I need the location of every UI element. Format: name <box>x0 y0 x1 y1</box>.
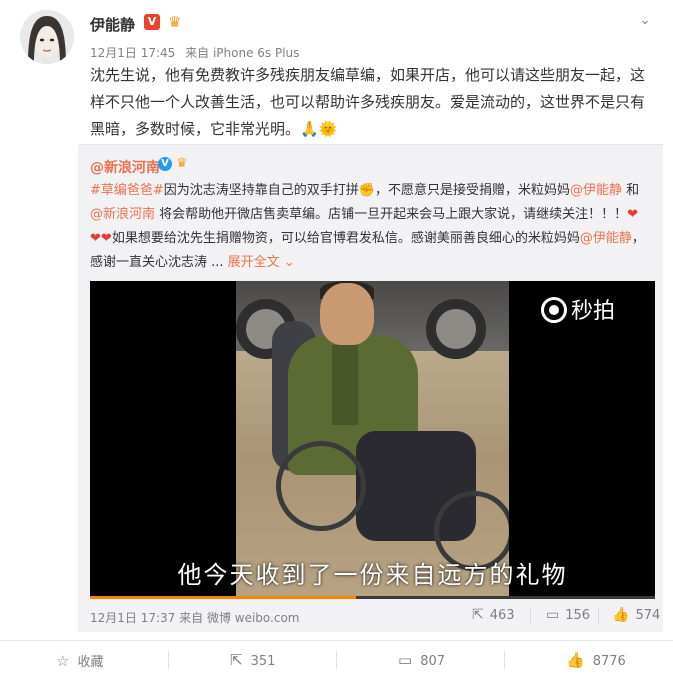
author-name[interactable]: 伊能静 <box>90 14 135 35</box>
repost-like-count: 574 <box>635 608 661 623</box>
post-text: 沈先生说，他有免费教许多残疾朋友编草编，如果开店，他可以请这些朋友一起，这样不只… <box>90 66 646 138</box>
chevron-down-icon: ⌄ <box>279 255 295 270</box>
repost-like-button[interactable]: 👍 574 <box>612 607 660 623</box>
mention-link-1[interactable]: @伊能静 <box>570 183 622 198</box>
author-avatar[interactable] <box>20 10 74 64</box>
video-player[interactable]: 秒拍 他今天收到了一份来自远方的礼物 <box>90 281 655 599</box>
repost-text-1: 因为沈志涛坚持靠自己的双手打拼 <box>163 183 359 198</box>
repost-date[interactable]: 12月1日 17:37 <box>90 611 175 625</box>
comment-button[interactable]: ▭ 807 <box>398 651 445 669</box>
star-icon: ☆ <box>56 652 70 670</box>
video-progress-fill <box>90 596 356 599</box>
repost-button[interactable]: ⇱ 351 <box>230 651 275 669</box>
repost-source: 来自 微博 weibo.com <box>179 611 300 625</box>
repost-meta: 12月1日 17:37 来自 微博 weibo.com <box>90 609 300 626</box>
repost-author-name[interactable]: @新浪河南 <box>90 157 160 177</box>
reposted-card[interactable]: @新浪河南 V ♛ #草编爸爸#因为沈志涛坚持靠自己的双手打拼✊，不愿意只是接受… <box>78 144 663 632</box>
repost-total: 351 <box>250 654 276 669</box>
repost-text: #草编爸爸#因为沈志涛坚持靠自己的双手打拼✊，不愿意只是接受捐赠，米粒妈妈@伊能… <box>90 179 655 275</box>
repost-text-3: 和 <box>622 183 640 198</box>
heart-emoji-icon: ❤ <box>627 207 639 222</box>
repost-verified-icon: V <box>158 157 172 171</box>
comment-icon: ▭ <box>398 651 413 669</box>
comment-total: 807 <box>420 654 446 669</box>
heart-emoji-icon: ❤ <box>90 231 101 246</box>
repost-share-button[interactable]: ⇱ 463 <box>472 607 515 623</box>
repost-count: 463 <box>489 608 515 623</box>
thumbs-up-icon: 👍 <box>566 651 585 669</box>
repost-vip-icon: ♛ <box>176 156 188 171</box>
post-date[interactable]: 12月1日 17:45 <box>90 46 175 60</box>
mention-link-3[interactable]: @伊能静 <box>580 231 632 246</box>
man-head <box>320 283 374 345</box>
repost-text-4: 将会帮助他开微店售卖草编。店铺一旦开起来会马上跟大家说，请继续关注！！！ <box>155 207 628 222</box>
verified-badge-icon: V <box>144 14 160 30</box>
repost-comment-button[interactable]: ▭ 156 <box>546 607 590 623</box>
share-icon: ⇱ <box>472 607 484 623</box>
favorite-label: 收藏 <box>77 655 104 670</box>
expand-label: 展开全文 <box>227 255 280 270</box>
thumbs-up-icon: 👍 <box>612 607 630 623</box>
miaopai-watermark: 秒拍 <box>541 293 615 325</box>
repost-text-5: 如果想要给沈先生捐赠物资，可以给官博君发私信。感谢美丽善良细心的米粒妈妈 <box>111 231 580 246</box>
video-frame <box>236 281 509 599</box>
avatar-image <box>20 10 74 64</box>
fist-emoji-icon: ✊ <box>358 183 375 198</box>
action-bar: ☆ 收藏 ⇱ 351 ▭ 807 👍 8776 <box>0 640 673 675</box>
video-progress-bar[interactable] <box>90 596 655 599</box>
pray-sun-emoji-icon: 🙏🌞 <box>300 120 338 138</box>
like-total: 8776 <box>592 654 626 669</box>
mention-link-2[interactable]: @新浪河南 <box>90 207 155 222</box>
repost-comment-count: 156 <box>565 608 591 623</box>
share-icon: ⇱ <box>230 651 243 669</box>
miaopai-logo-icon <box>541 297 567 323</box>
miaopai-label: 秒拍 <box>571 299 616 324</box>
favorite-button[interactable]: ☆ 收藏 <box>56 651 103 670</box>
expand-full-text-link[interactable]: 展开全文 ⌄ <box>228 255 295 270</box>
comment-icon: ▭ <box>546 607 560 623</box>
vip-crown-icon: ♛ <box>168 13 182 31</box>
post-meta: 12月1日 17:45 来自 iPhone 6s Plus <box>90 44 305 61</box>
video-subtitle: 他今天收到了一份来自远方的礼物 <box>177 561 568 589</box>
post-body: 沈先生说，他有免费教许多残疾朋友编草编，如果开店，他可以请这些朋友一起，这样不只… <box>90 62 650 143</box>
wheelchair-wheel <box>276 441 366 531</box>
post-source: 来自 iPhone 6s Plus <box>185 46 300 60</box>
like-button[interactable]: 👍 8776 <box>566 651 626 669</box>
repost-text-2: ，不愿意只是接受捐赠，米粒妈妈 <box>375 183 571 198</box>
more-options-chevron-icon[interactable]: ⌄ <box>637 12 653 28</box>
heart-emoji-icon: ❤ <box>100 231 112 246</box>
topic-link[interactable]: #草编爸爸# <box>90 183 164 198</box>
